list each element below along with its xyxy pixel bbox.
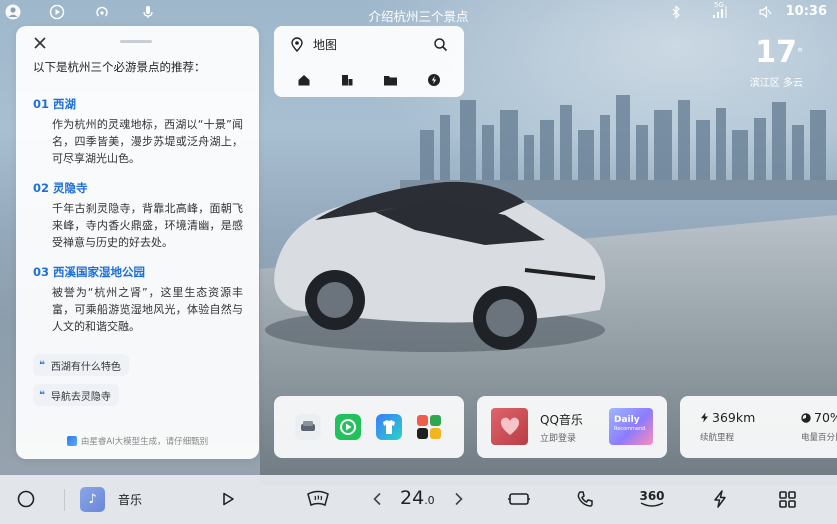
app-launcher-icon[interactable] [777, 488, 797, 510]
ai-logo-icon [66, 436, 77, 446]
theme-store-app-icon[interactable] [376, 414, 402, 440]
weather-widget[interactable]: 17° 滨江区 多云 [749, 35, 803, 90]
heart-icon [500, 417, 519, 435]
car-settings-app-icon[interactable] [295, 414, 321, 440]
range-stat: 369km 续航里程 [700, 410, 755, 443]
music-app-name: QQ音乐 [540, 413, 583, 427]
seat-icon[interactable] [506, 488, 532, 510]
signal-type: 5G [714, 1, 724, 9]
charging-station-icon[interactable] [427, 72, 441, 91]
rotate-arrow-icon [640, 502, 664, 507]
ai-disclaimer: 由星睿AI大模型生成，请仔细甄别 [16, 435, 259, 447]
battery-label: 电量百分比 [801, 433, 837, 443]
battery-value: 70% [814, 410, 837, 425]
music-login-link[interactable]: 立即登录 [540, 431, 576, 444]
spot-item: 03 西溪国家湿地公园 被誉为“杭州之肾”，这里生态资源丰富，可乘船游览湿地风光… [33, 264, 251, 335]
temp-down-chevron-icon[interactable] [370, 488, 384, 510]
home-circle-icon[interactable] [15, 488, 37, 510]
suggestion-chip[interactable]: ❝ 导航去灵隐寺 [33, 384, 119, 406]
weather-condition: 多云 [783, 78, 803, 89]
camera-360-button[interactable]: 360 [638, 488, 666, 510]
ai-assistant-panel: 以下是杭州三个必游景点的推荐： 01 西湖 作为杭州的灵魂地标，西湖以“十景”闻… [16, 26, 259, 459]
phone-icon[interactable] [574, 488, 596, 510]
battery-stat: 70% 电量百分比 [801, 410, 837, 443]
favorites-folder-icon[interactable] [383, 72, 398, 91]
spot-description: 作为杭州的灵魂地标，西湖以“十景”闻名，四季皆美，漫步苏堤或泛舟湖上，可尽享湖光… [52, 118, 243, 165]
temp-up-chevron-icon[interactable] [452, 488, 466, 510]
spot-description: 千年古刹灵隐寺，背靠北高峰，面朝飞来峰，寺内香火鼎盛，环境清幽，是感受禅意与历史… [52, 202, 243, 249]
dock-divider [64, 489, 65, 511]
music-card[interactable]: QQ音乐 立即登录 Daily Recommend [477, 396, 667, 458]
quote-icon: ❝ [39, 359, 45, 371]
vehicle-stats-card[interactable]: 369km 续航里程 70% 电量百分比 [680, 396, 837, 458]
album-cover [491, 408, 528, 445]
status-bar: 介绍杭州三个景点 5G 10:36 [0, 0, 837, 26]
answer-intro: 以下是杭州三个必游景点的推荐： [33, 60, 206, 74]
camera-360-label: 360 [639, 489, 665, 503]
home-icon[interactable] [297, 72, 311, 91]
range-value: 369km [712, 410, 756, 425]
spot-title: 01 西湖 [33, 97, 77, 111]
quote-icon: ❝ [39, 389, 45, 401]
temperature-unit: ° [797, 46, 803, 60]
clock: 10:36 [785, 4, 827, 19]
music-note-icon[interactable]: ♪ [80, 487, 105, 512]
lightning-icon [701, 412, 708, 423]
dock-music-label[interactable]: 音乐 [118, 491, 142, 508]
map-icon [291, 36, 303, 52]
play-icon[interactable] [218, 488, 238, 510]
app-grid-icon[interactable] [416, 414, 442, 440]
spot-title: 03 西溪国家湿地公园 [33, 265, 146, 279]
spot-title: 02 灵隐寺 [33, 181, 88, 195]
volume-mute-icon[interactable] [756, 3, 774, 21]
range-label: 续航里程 [700, 433, 735, 443]
battery-gauge-icon [801, 412, 811, 423]
daily-recommend-tile[interactable]: Daily Recommend [609, 408, 653, 445]
weather-district: 滨江区 [749, 78, 780, 89]
app-shortcuts-card [274, 396, 464, 458]
ai-disclaimer-text: 由星睿AI大模型生成，请仔细甄别 [80, 437, 209, 447]
close-icon[interactable] [32, 35, 48, 51]
bottom-dock: ♪ 音乐 24.0 360 [0, 475, 837, 524]
search-icon[interactable] [433, 37, 448, 56]
daily-title: Daily [614, 415, 640, 425]
cabin-temperature: 24.0 [400, 487, 435, 509]
signal-icon: 5G [710, 1, 728, 21]
car-image [265, 181, 606, 352]
map-card[interactable]: 地图 [274, 26, 464, 97]
office-icon[interactable] [340, 72, 354, 91]
daily-subtitle: Recommend [614, 426, 646, 432]
spot-item: 01 西湖 作为杭州的灵魂地标，西湖以“十景”闻名，四季皆美，漫步苏堤或泛舟湖上… [33, 96, 251, 167]
drag-handle[interactable] [120, 40, 152, 43]
energy-icon[interactable] [711, 488, 729, 510]
carplay-app-icon[interactable] [335, 414, 361, 440]
suggestion-chip[interactable]: ❝ 西湖有什么特色 [33, 354, 129, 376]
suggestion-label: 导航去灵隐寺 [50, 391, 111, 403]
windshield-defrost-icon[interactable] [305, 488, 331, 510]
spot-item: 02 灵隐寺 千年古刹灵隐寺，背靠北高峰，面朝飞来峰，寺内香火鼎盛，环境清幽，是… [33, 180, 251, 251]
bluetooth-icon [667, 3, 685, 21]
suggestion-label: 西湖有什么特色 [50, 361, 121, 373]
weather-temperature: 17 [755, 35, 797, 70]
map-label: 地图 [313, 38, 338, 52]
spot-description: 被誉为“杭州之肾”，这里生态资源丰富，可乘船游览湿地风光，体验自然与人文的和谐交… [52, 286, 243, 333]
